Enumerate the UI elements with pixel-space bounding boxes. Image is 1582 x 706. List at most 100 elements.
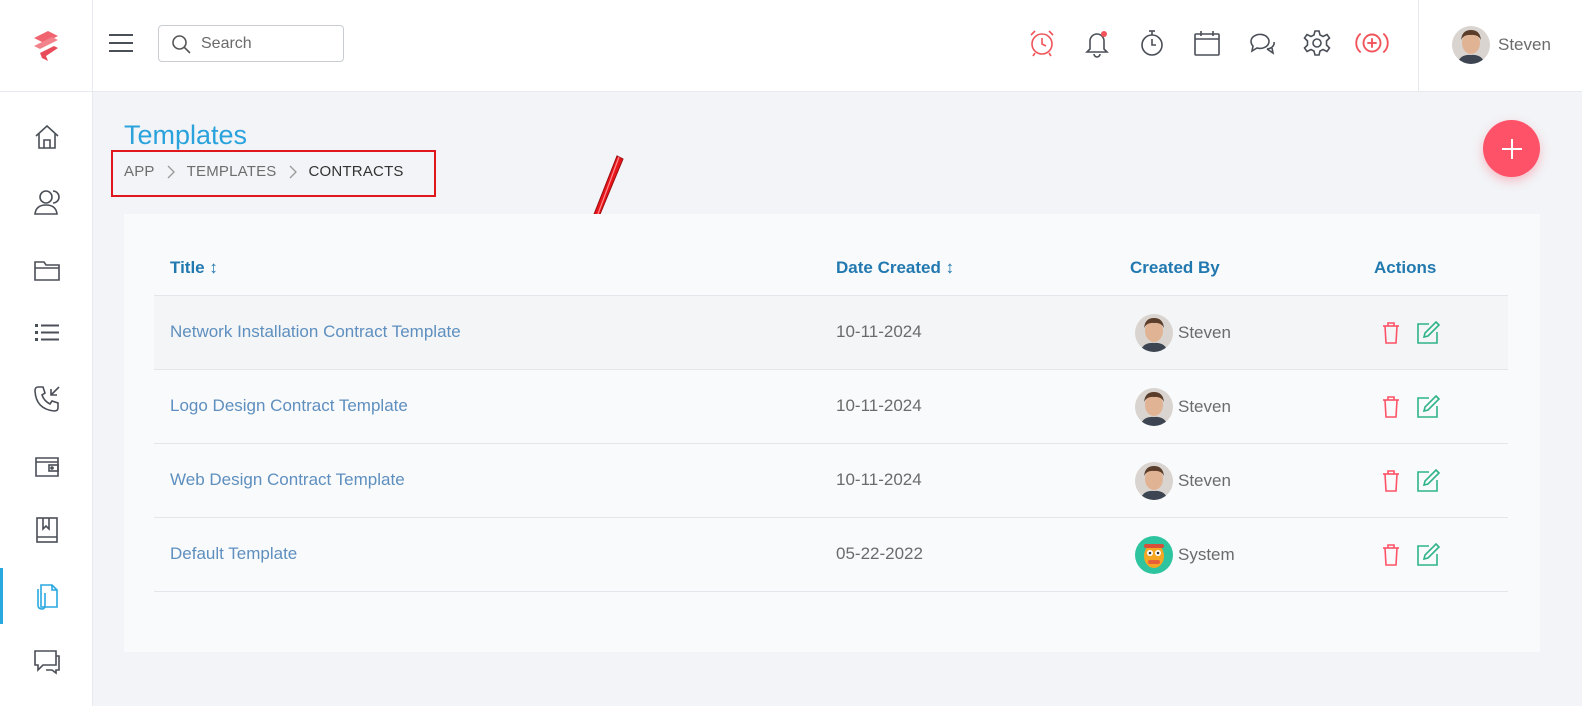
page-title: Templates: [124, 120, 248, 150]
created-by: Steven: [1130, 462, 1231, 500]
header-icon-bar: [1025, 26, 1410, 60]
sidebar-item-billing[interactable]: [0, 438, 93, 494]
date-created: 10-11-2024: [836, 396, 922, 415]
add-template-button[interactable]: [1483, 120, 1540, 177]
row-actions: [1376, 392, 1450, 422]
alarm-clock-icon: [1030, 30, 1054, 57]
logo-icon: [34, 31, 58, 61]
sidebar-item-contacts[interactable]: [0, 174, 93, 230]
breadcrumb-item-app[interactable]: APP: [124, 163, 155, 180]
creator-name: Steven: [1178, 397, 1231, 416]
contacts-icon: [33, 190, 60, 215]
breadcrumb-item-contracts: CONTRACTS: [308, 163, 404, 180]
trash-icon: [1383, 470, 1399, 492]
template-title-link[interactable]: Logo Design Contract Template: [170, 396, 408, 416]
delete-button[interactable]: [1376, 392, 1406, 422]
edit-icon: [1417, 394, 1441, 418]
creator-name: Steven: [1178, 323, 1231, 342]
edit-button[interactable]: [1413, 540, 1443, 570]
header-divider: [1418, 0, 1419, 92]
column-header-actions: Actions: [1374, 258, 1437, 277]
creator-name: System: [1178, 545, 1235, 564]
row-actions: [1376, 318, 1450, 348]
sidebar-item-messages[interactable]: [0, 633, 93, 689]
messages-icon: [33, 650, 60, 675]
add-circle-icon: [1355, 32, 1389, 54]
breadcrumb-item-templates[interactable]: TEMPLATES: [187, 163, 277, 180]
sidebar-item-home[interactable]: [0, 109, 93, 165]
edit-button[interactable]: [1413, 392, 1443, 422]
stopwatch-icon: [1141, 30, 1163, 56]
alarm-clock-button[interactable]: [1025, 26, 1059, 60]
system-avatar: [1135, 536, 1173, 574]
menu-toggle-button[interactable]: [108, 30, 134, 56]
wallet-icon: [34, 457, 59, 477]
notifications-button[interactable]: [1080, 26, 1114, 60]
avatar: [1135, 388, 1173, 426]
folder-icon: [33, 261, 60, 281]
row-actions: [1376, 466, 1450, 496]
edit-icon: [1417, 468, 1441, 492]
template-title-link[interactable]: Web Design Contract Template: [170, 470, 405, 490]
bookmark-book-icon: [35, 517, 58, 543]
column-header-created-by: Created By: [1130, 258, 1220, 277]
edit-icon: [1417, 542, 1441, 566]
chevron-right-icon: [289, 165, 297, 179]
sidebar-item-calls[interactable]: [0, 371, 93, 427]
column-header-title[interactable]: Title ↕: [170, 258, 218, 278]
user-avatar: [1452, 26, 1490, 64]
creator-name: Steven: [1178, 471, 1231, 490]
delete-button[interactable]: [1376, 540, 1406, 570]
delete-button[interactable]: [1376, 318, 1406, 348]
row-actions: [1376, 540, 1450, 570]
calendar-icon: [1194, 31, 1220, 56]
sidebar-item-templates[interactable]: [0, 568, 93, 624]
trash-icon: [1383, 396, 1399, 418]
plus-icon: [1501, 138, 1522, 159]
column-header-date-created[interactable]: Date Created ↕: [836, 258, 954, 278]
breadcrumb: APP TEMPLATES CONTRACTS: [124, 163, 404, 180]
template-title-link[interactable]: Default Template: [170, 544, 297, 564]
bell-notification-icon: [1085, 31, 1109, 58]
sidebar-item-tasks[interactable]: [0, 305, 93, 361]
list-icon: [34, 324, 59, 341]
templates-card: Title ↕ Date Created ↕ Created By Action…: [124, 214, 1540, 652]
chat-bubbles-icon: [1250, 33, 1275, 55]
quick-add-button[interactable]: [1355, 26, 1389, 60]
timer-button[interactable]: [1135, 26, 1169, 60]
date-created: 10-11-2024: [836, 322, 922, 341]
home-icon: [34, 124, 59, 149]
sidebar-item-files[interactable]: [0, 242, 93, 298]
table-row: Network Installation Contract Template 1…: [154, 296, 1508, 370]
table-header: Title ↕ Date Created ↕ Created By Action…: [154, 250, 1508, 296]
created-by: Steven: [1130, 388, 1231, 426]
phone-call-icon: [33, 386, 60, 412]
top-bar: Steven: [0, 0, 1582, 92]
delete-button[interactable]: [1376, 466, 1406, 496]
table-row: Web Design Contract Template 10-11-2024 …: [154, 444, 1508, 518]
sidebar-item-knowledgebase[interactable]: [0, 502, 93, 558]
avatar: [1135, 462, 1173, 500]
table-row: Default Template 05-22-2022 System: [154, 518, 1508, 592]
app-logo[interactable]: [0, 0, 93, 92]
settings-button[interactable]: [1300, 26, 1334, 60]
hamburger-icon: [109, 34, 133, 52]
table-row: Logo Design Contract Template 10-11-2024…: [154, 370, 1508, 444]
chat-button[interactable]: [1245, 26, 1279, 60]
calendar-button[interactable]: [1190, 26, 1224, 60]
search-icon: [172, 34, 191, 53]
trash-icon: [1383, 322, 1399, 344]
edit-button[interactable]: [1413, 466, 1443, 496]
created-by: Steven: [1130, 314, 1231, 352]
template-title-link[interactable]: Network Installation Contract Template: [170, 322, 461, 342]
user-menu[interactable]: Steven: [1444, 26, 1551, 64]
search-input[interactable]: [201, 34, 331, 53]
gear-icon: [1303, 30, 1331, 56]
trash-icon: [1383, 544, 1399, 566]
templates-icon: [36, 584, 58, 610]
search-box[interactable]: [158, 25, 344, 62]
avatar: [1135, 314, 1173, 352]
created-by: System: [1130, 536, 1235, 574]
edit-button[interactable]: [1413, 318, 1443, 348]
user-name: Steven: [1498, 35, 1551, 54]
